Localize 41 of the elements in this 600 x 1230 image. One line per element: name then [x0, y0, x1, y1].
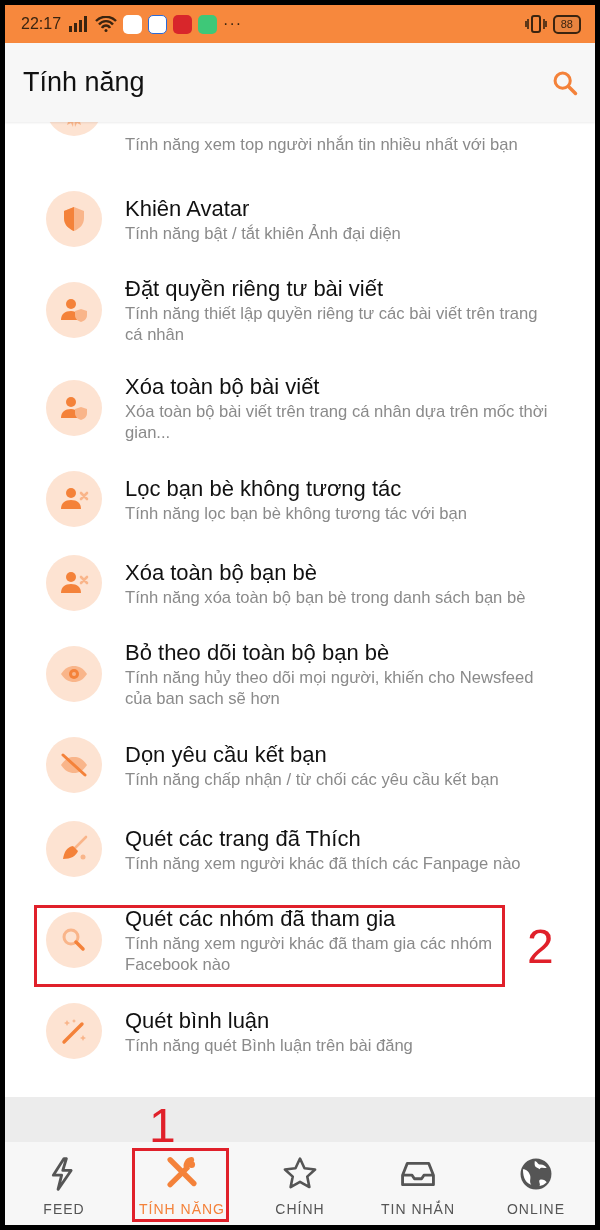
feature-item[interactable]: Tính năng xem top người nhắn tin nhiều nhất với bạn — [5, 122, 595, 177]
feature-description: Tính năng xem người khác đã thích các Fanpage nào — [125, 852, 521, 874]
page-title: Tính năng — [23, 67, 146, 98]
feature-item[interactable]: Quét các trang đã Thích Tính năng xem người khác đã thích các Fanpage nào — [5, 807, 595, 891]
feature-item[interactable]: Quét các nhóm đã tham gia Tính năng xem người khác đã tham gia các nhóm Facebook nào — [5, 891, 507, 989]
feature-item[interactable]: Lọc bạn bè không tương tác Tính năng lọc bạn bè không tương tác với bạn — [5, 457, 595, 541]
feature-item[interactable]: Khiên Avatar Tính năng bật / tắt khiên Ảnh đại diện — [5, 177, 595, 261]
battery-indicator: 88 — [552, 14, 581, 34]
feature-item[interactable]: Xóa toàn bộ bài viết Xóa toàn bộ bài viết trên trang cá nhân dựa trên mốc thời gian... — [5, 359, 595, 457]
more-notifications: ··· — [223, 15, 243, 33]
feature-title: Quét các nhóm đã tham gia — [125, 905, 397, 933]
feature-description: Xóa toàn bộ bài viết trên trang cá nhân dựa trên mốc thời gian... — [125, 401, 549, 443]
status-time: 22:17 — [21, 15, 62, 33]
feature-title: Xóa toàn bộ bạn bè — [125, 558, 319, 587]
feature-description: Tính năng chấp nhận / từ chối các yêu cầu kết bạn — [125, 768, 499, 790]
feature-description: Tính năng lọc bạn bè không tương tác với bạn — [125, 502, 467, 524]
feature-item[interactable]: Xóa toàn bộ bạn bè Tính năng xóa toàn bộ bạn bè trong danh sách bạn bè — [5, 541, 595, 625]
nav-tab[interactable]: ONLINE — [477, 1142, 595, 1225]
feature-description: Tính năng xem top người nhắn tin nhiều nhất với bạn — [125, 134, 518, 155]
feature-title: Khiên Avatar — [125, 194, 251, 223]
feature-item[interactable]: Bỏ theo dõi toàn bộ bạn bè Tính năng hủy theo dõi mọi người, khiến cho Newsfeed của ban sach sẽ hơn — [5, 625, 595, 723]
feature-item[interactable]: Quét bình luận Tính năng quét Bình luận trên bài đăng — [5, 989, 595, 1073]
feature-title: Quét bình luận — [125, 1006, 271, 1035]
nav-tab[interactable]: CHÍNH — [241, 1142, 359, 1225]
feature-description: Tính năng xem người khác đã tham gia các nhóm Facebook nào — [125, 933, 493, 975]
feature-description: Tính năng quét Bình luận trên bài đăng — [125, 1034, 413, 1056]
feature-title: Bỏ theo dõi toàn bộ bạn bè — [125, 639, 391, 667]
feature-title: Xóa toàn bộ bài viết — [125, 373, 321, 401]
feature-description: Tính năng bật / tắt khiên Ảnh đại diện — [125, 222, 401, 244]
feature-item[interactable]: Đặt quyền riêng tư bài viết Tính năng thiết lập quyền riêng tư các bài viết trên trang cá nhân — [5, 261, 595, 359]
nav-tab[interactable]: FEED — [5, 1142, 123, 1225]
feature-title: Dọn yêu cầu kết bạn — [125, 740, 328, 769]
feature-description: Tính năng xóa toàn bộ bạn bè trong danh sách bạn bè — [125, 586, 526, 608]
nav-tab[interactable]: TIN NHẮN — [359, 1142, 477, 1225]
feature-description: Tính năng thiết lập quyền riêng tư các bài viết trên trang cá nhân — [125, 303, 539, 345]
feature-description: Tính năng hủy theo dõi mọi người, khiến cho Newsfeed của ban sach sẽ hơn — [125, 667, 535, 709]
feature-item[interactable]: Dọn yêu cầu kết bạn Tính năng chấp nhận / từ chối các yêu cầu kết bạn — [5, 723, 595, 807]
feature-title: Lọc bạn bè không tương tác — [125, 474, 403, 503]
step-number: 2 — [527, 923, 554, 971]
feature-title: Đặt quyền riêng tư bài viết — [125, 275, 385, 303]
feature-title: Quét các trang đã Thích — [125, 824, 362, 853]
